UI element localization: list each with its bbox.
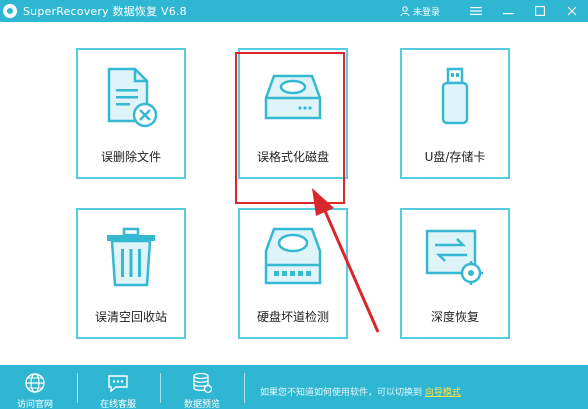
- menu-icon: [470, 7, 482, 15]
- bottom-bar: 访问官网 在线客服 数据预览 如果您不知道如何使用软件，可以切换到 向导模式: [0, 365, 588, 409]
- chat-icon: [108, 375, 128, 393]
- minimize-button[interactable]: [492, 0, 524, 22]
- user-icon: [400, 6, 410, 16]
- visit-website-button[interactable]: 访问官网: [0, 365, 70, 409]
- footer-divider: [244, 373, 245, 403]
- card-label: 误清空回收站: [94, 310, 167, 324]
- data-preview-button[interactable]: 数据预览: [167, 365, 237, 409]
- login-label: 未登录: [412, 7, 440, 18]
- card-usb-drive[interactable]: U盘/存储卡: [400, 48, 510, 179]
- card-formatted-disk[interactable]: 误格式化磁盘: [238, 48, 348, 179]
- close-icon: [567, 6, 577, 16]
- footer-divider: [160, 373, 161, 403]
- card-label: 误删除文件: [100, 150, 161, 164]
- login-button[interactable]: 未登录: [400, 5, 440, 18]
- minimize-icon: [502, 13, 514, 15]
- title-bar: SuperRecovery 数据恢复 V6.8 未登录: [0, 0, 588, 22]
- footer-label: 数据预览: [183, 400, 220, 409]
- wizard-tip: 如果您不知道如何使用软件，可以切换到 向导模式: [260, 385, 461, 398]
- usb-drive-icon: [441, 67, 469, 124]
- footer-label: 在线客服: [99, 400, 136, 409]
- deleted-file-icon: [107, 67, 158, 127]
- online-support-button[interactable]: 在线客服: [83, 365, 153, 409]
- close-button[interactable]: [556, 0, 588, 22]
- card-label: 误格式化磁盘: [256, 150, 329, 164]
- deep-recovery-icon: [425, 229, 483, 285]
- maximize-icon: [535, 6, 545, 16]
- recycle-bin-icon: [107, 227, 155, 286]
- formatted-disk-icon: [264, 74, 322, 119]
- menu-button[interactable]: [460, 0, 492, 22]
- globe-icon: [25, 373, 45, 393]
- card-label: U盘/存储卡: [424, 150, 486, 164]
- card-deleted-file[interactable]: 误删除文件: [76, 48, 186, 179]
- card-deep-recovery[interactable]: 深度恢复: [400, 208, 510, 339]
- footer-divider: [77, 373, 78, 403]
- main-panel: 误删除文件 误格式化磁盘 U盘/存储卡 误清空回收站 硬盘坏道检测 深度恢复: [0, 22, 588, 365]
- maximize-button[interactable]: [524, 0, 556, 22]
- card-recycle-bin[interactable]: 误清空回收站: [76, 208, 186, 339]
- card-label: 深度恢复: [430, 310, 479, 324]
- wizard-tip-text: 如果您不知道如何使用软件，可以切换到: [260, 388, 423, 398]
- footer-label: 访问官网: [16, 400, 53, 409]
- app-logo-icon: [3, 4, 17, 18]
- database-icon: [193, 372, 213, 394]
- annotation-arrow: [312, 188, 380, 333]
- wizard-mode-link[interactable]: 向导模式: [425, 388, 461, 398]
- app-title: SuperRecovery 数据恢复 V6.8: [23, 5, 187, 18]
